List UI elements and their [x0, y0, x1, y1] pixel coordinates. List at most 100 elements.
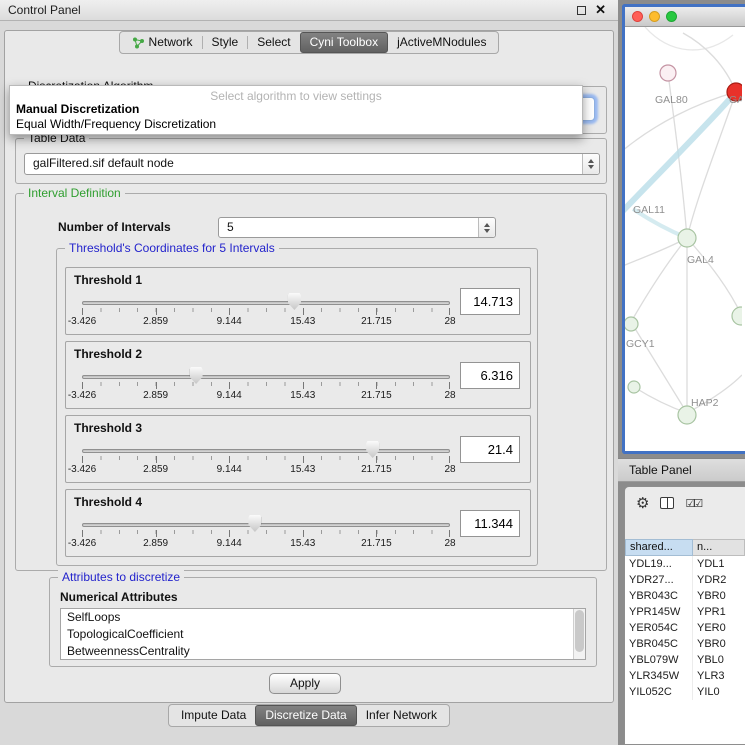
list-item[interactable]: TopologicalCoefficient: [61, 626, 585, 643]
table-row[interactable]: YBR043CYBR0: [625, 588, 745, 604]
cell-name[interactable]: YDL1: [693, 556, 745, 572]
table-row[interactable]: YPR145WYPR1: [625, 604, 745, 620]
table-row[interactable]: YDR27...YDR2: [625, 572, 745, 588]
cell-name[interactable]: YBR0: [693, 636, 745, 652]
cell-shared-name[interactable]: YBR043C: [625, 588, 693, 604]
table-data-group: Table Data galFiltered.sif default node: [15, 138, 607, 184]
columns-icon[interactable]: [660, 497, 674, 509]
apply-button[interactable]: Apply: [269, 673, 341, 694]
threshold-3-box: Threshold 3 -3.426 2.859 9.144 15.43: [65, 415, 531, 483]
traffic-light-minimize-icon[interactable]: [649, 11, 660, 22]
table-header-name[interactable]: n...: [693, 539, 745, 556]
cell-name[interactable]: YIL0: [693, 684, 745, 700]
numerical-attributes-label: Numerical Attributes: [60, 590, 178, 604]
cell-shared-name[interactable]: YER054C: [625, 620, 693, 636]
network-node[interactable]: [628, 381, 640, 393]
network-node[interactable]: [732, 307, 742, 325]
tab-style[interactable]: Style: [203, 32, 248, 53]
number-of-intervals-combo[interactable]: 5: [218, 217, 496, 238]
cell-shared-name[interactable]: YPR145W: [625, 604, 693, 620]
window-title: Control Panel: [8, 3, 81, 17]
table-panel-window: ⚙ ☑☑ shared... n... YDL19...YDL1 YDR27..…: [624, 486, 745, 745]
threshold-title: Threshold 1: [74, 273, 142, 287]
titlebar[interactable]: Control Panel ✕: [0, 0, 618, 21]
node-label-hap2: HAP2: [691, 397, 719, 409]
threshold-2-box: Threshold 2 -3.426 2.859 9.144 15.43: [65, 341, 531, 409]
node-label-gal4: GAL4: [687, 254, 714, 266]
group-legend: Threshold's Coordinates for 5 Intervals: [65, 241, 279, 255]
network-edges: [625, 27, 742, 413]
number-of-intervals-label: Number of Intervals: [58, 220, 171, 234]
cell-name[interactable]: YBR0: [693, 588, 745, 604]
slider-track[interactable]: [82, 301, 450, 305]
table-panel-header[interactable]: Table Panel: [618, 458, 745, 482]
network-node[interactable]: [660, 65, 676, 81]
dropdown-option-manual-discretization[interactable]: Manual Discretization: [10, 102, 582, 117]
cyni-toolbox-panel: Discretization Algorithm Select algorith…: [4, 30, 614, 703]
network-node[interactable]: [625, 317, 638, 331]
list-scrollbar[interactable]: [573, 609, 585, 659]
table-header-shared-name[interactable]: shared...: [625, 539, 693, 556]
tab-select[interactable]: Select: [248, 32, 299, 53]
table-row[interactable]: YER054CYER0: [625, 620, 745, 636]
node-label-partial: GA: [729, 94, 742, 106]
slider-ticks: [82, 456, 450, 463]
table-row[interactable]: YIL052CYIL0: [625, 684, 745, 700]
group-legend: Attributes to discretize: [58, 570, 184, 584]
tab-cyni-toolbox[interactable]: Cyni Toolbox: [300, 32, 388, 53]
dropdown-prompt-option[interactable]: Select algorithm to view settings: [10, 86, 582, 102]
gear-icon[interactable]: ⚙: [636, 496, 649, 511]
list-item[interactable]: BetweennessCentrality: [61, 643, 585, 660]
tab-jactivemnodules[interactable]: jActiveMNodules: [388, 32, 495, 53]
threshold-title: Threshold 4: [74, 495, 142, 509]
network-node[interactable]: [678, 229, 696, 247]
cell-name[interactable]: YBL0: [693, 652, 745, 668]
cell-shared-name[interactable]: YDR27...: [625, 572, 693, 588]
cell-name[interactable]: YER0: [693, 620, 745, 636]
float-window-icon[interactable]: [577, 6, 586, 15]
algorithm-dropdown-popup: Select algorithm to view settings Manual…: [9, 85, 583, 135]
table-row[interactable]: YLR345WYLR3: [625, 668, 745, 684]
table-row[interactable]: YBL079WYBL0: [625, 652, 745, 668]
table-toolbar: ⚙ ☑☑: [625, 487, 745, 519]
bottom-tab-infer-network[interactable]: Infer Network: [357, 705, 446, 726]
table-row[interactable]: YBR045CYBR0: [625, 636, 745, 652]
tick-labels: -3.426 2.859 9.144 15.43 21.715 28: [82, 538, 450, 550]
slider-track[interactable]: [82, 523, 450, 527]
slider-track[interactable]: [82, 375, 450, 379]
cell-name[interactable]: YLR3: [693, 668, 745, 684]
slider-track[interactable]: [82, 449, 450, 453]
cell-name[interactable]: YPR1: [693, 604, 745, 620]
cell-name[interactable]: YDR2: [693, 572, 745, 588]
table-row[interactable]: YDL19...YDL1: [625, 556, 745, 572]
cell-shared-name[interactable]: YBL079W: [625, 652, 693, 668]
traffic-light-close-icon[interactable]: [632, 11, 643, 22]
network-canvas[interactable]: GAL80 GA GAL11 GAL4 GCY1 HAP2: [625, 27, 745, 451]
threshold-1-box: Threshold 1 -3.426 2.859 9.144 15.43: [65, 267, 531, 335]
select-checkboxes-icon[interactable]: ☑☑: [685, 497, 701, 510]
threshold-value-field[interactable]: 11.344: [460, 510, 520, 537]
traffic-light-zoom-icon[interactable]: [666, 11, 677, 22]
threshold-title: Threshold 3: [74, 421, 142, 435]
tab-network[interactable]: Network: [123, 32, 202, 53]
dropdown-option-equal-width[interactable]: Equal Width/Frequency Discretization: [10, 117, 582, 132]
thresholds-group: Threshold's Coordinates for 5 Intervals …: [56, 248, 538, 566]
attributes-list[interactable]: SelfLoops TopologicalCoefficient Between…: [60, 608, 586, 660]
cell-shared-name[interactable]: YBR045C: [625, 636, 693, 652]
threshold-value-field[interactable]: 21.4: [460, 436, 520, 463]
bottom-tab-discretize-data[interactable]: Discretize Data: [255, 705, 356, 726]
table-data-combo[interactable]: galFiltered.sif default node: [24, 153, 600, 175]
tick-labels: -3.426 2.859 9.144 15.43 21.715 28: [82, 390, 450, 402]
network-view-window[interactable]: GAL80 GA GAL11 GAL4 GCY1 HAP2: [622, 4, 745, 454]
slider-ticks: [82, 530, 450, 537]
list-item[interactable]: SelfLoops: [61, 609, 585, 626]
cell-shared-name[interactable]: YDL19...: [625, 556, 693, 572]
scrollbar-thumb[interactable]: [575, 610, 584, 652]
bottom-tab-impute-data[interactable]: Impute Data: [172, 705, 255, 726]
cell-shared-name[interactable]: YLR345W: [625, 668, 693, 684]
cell-shared-name[interactable]: YIL052C: [625, 684, 693, 700]
threshold-value-field[interactable]: 14.713: [460, 288, 520, 315]
threshold-value-field[interactable]: 6.316: [460, 362, 520, 389]
close-icon[interactable]: ✕: [595, 2, 606, 18]
slider-ticks: [82, 308, 450, 315]
